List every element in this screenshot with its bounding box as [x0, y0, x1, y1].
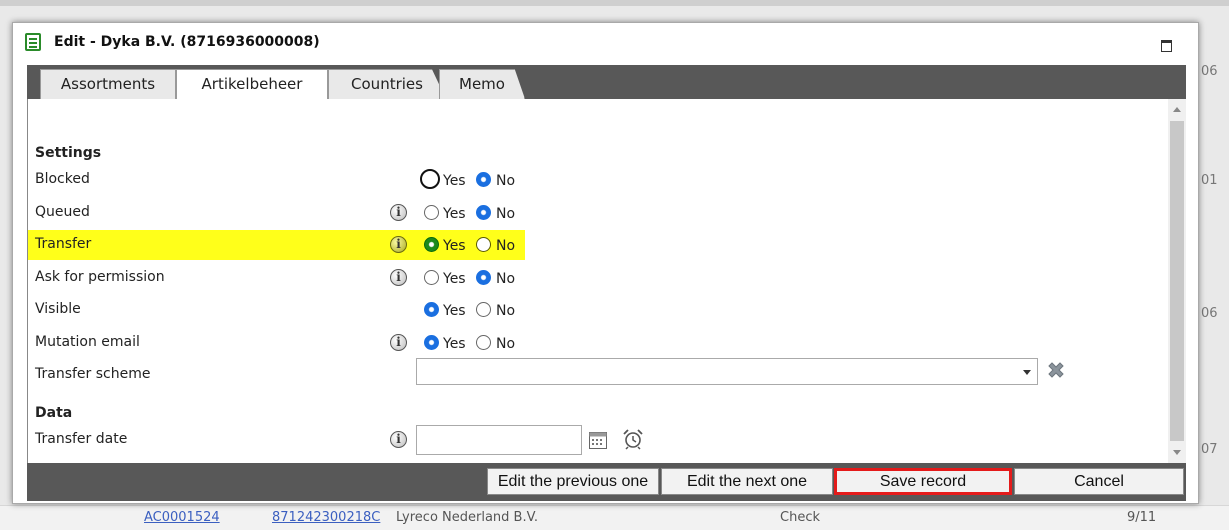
dialog-titlebar[interactable]: Edit - Dyka B.V. (8716936000008) — [13, 23, 1198, 65]
transfer-yes-radio[interactable] — [424, 237, 439, 252]
section-settings: Settings — [35, 145, 102, 161]
scrollbar-thumb[interactable] — [1170, 121, 1184, 441]
queued-yes-label: Yes — [443, 206, 466, 222]
ask-permission-yes-radio[interactable] — [424, 270, 439, 285]
tab-memo[interactable]: Memo — [439, 69, 525, 99]
mutation-email-no-radio[interactable] — [476, 335, 491, 350]
bg-cell: 06 — [1201, 306, 1218, 321]
mutation-email-no-label: No — [496, 336, 516, 352]
row-transfer: Transfer i Yes No — [28, 230, 525, 260]
blocked-label: Blocked — [35, 171, 90, 187]
row-visible: Visible Yes No — [28, 295, 525, 325]
save-record-button[interactable]: Save record — [834, 468, 1012, 495]
queued-yes-radio[interactable] — [424, 205, 439, 220]
bg-cell: 07 — [1201, 442, 1218, 457]
scroll-down-icon[interactable] — [1173, 450, 1181, 455]
visible-no-label: No — [496, 303, 516, 319]
bg-ean-link[interactable]: 871242300218C — [272, 510, 380, 525]
ask-permission-no-radio[interactable] — [476, 270, 491, 285]
queued-label: Queued — [35, 204, 90, 220]
blocked-no-radio[interactable] — [476, 172, 491, 187]
tab-assortments[interactable]: Assortments — [40, 69, 176, 99]
info-icon[interactable]: i — [390, 204, 407, 221]
row-queued: Queued i Yes No — [28, 198, 525, 228]
ask-permission-yes-label: Yes — [443, 271, 466, 287]
edit-next-button[interactable]: Edit the next one — [661, 468, 833, 495]
transfer-scheme-label: Transfer scheme — [35, 366, 151, 382]
blocked-yes-label: Yes — [443, 173, 466, 189]
clear-icon[interactable] — [1045, 359, 1067, 381]
ask-permission-no-label: No — [496, 271, 516, 287]
tab-artikelbeheer[interactable]: Artikelbeheer — [176, 69, 328, 100]
background-row: AC0001524 871242300218C Lyreco Nederland… — [0, 505, 1229, 530]
blocked-no-label: No — [496, 173, 516, 189]
edit-previous-button[interactable]: Edit the previous one — [487, 468, 659, 495]
ask-permission-label: Ask for permission — [35, 269, 165, 285]
bg-page: 9/11 — [1127, 510, 1157, 525]
visible-no-radio[interactable] — [476, 302, 491, 317]
form-icon — [25, 33, 41, 51]
background-header — [0, 0, 1229, 6]
info-icon[interactable]: i — [390, 236, 407, 253]
visible-yes-label: Yes — [443, 303, 466, 319]
queued-no-radio[interactable] — [476, 205, 491, 220]
info-icon[interactable]: i — [390, 269, 407, 286]
transfer-scheme-select[interactable] — [416, 358, 1038, 385]
dialog-footer: Edit the previous one Edit the next one … — [27, 463, 1186, 501]
transfer-no-label: No — [496, 238, 516, 254]
bg-company: Lyreco Nederland B.V. — [396, 510, 538, 525]
transfer-date-input[interactable] — [416, 425, 582, 455]
visible-yes-radio[interactable] — [424, 302, 439, 317]
visible-label: Visible — [35, 301, 81, 317]
alarm-clock-icon[interactable] — [622, 428, 644, 450]
bg-code-link[interactable]: AC0001524 — [144, 510, 220, 525]
scroll-up-icon[interactable] — [1173, 107, 1181, 112]
mutation-email-yes-label: Yes — [443, 336, 466, 352]
blocked-yes-radio[interactable] — [420, 169, 440, 189]
section-data: Data — [35, 405, 73, 421]
info-icon[interactable]: i — [390, 431, 407, 448]
vertical-scrollbar[interactable] — [1168, 99, 1186, 463]
info-icon[interactable]: i — [390, 334, 407, 351]
edit-dialog: Edit - Dyka B.V. (8716936000008) Assortm… — [12, 22, 1199, 504]
tab-countries[interactable]: Countries — [328, 69, 446, 99]
row-blocked: Blocked Yes No — [28, 165, 525, 195]
bg-cell: 06 — [1201, 64, 1218, 79]
mutation-email-label: Mutation email — [35, 334, 140, 350]
transfer-label: Transfer — [35, 236, 92, 252]
form-content: Settings Blocked Yes No Queued i Yes No … — [27, 99, 1186, 463]
row-mutation-email: Mutation email i Yes No — [28, 328, 525, 358]
row-ask-permission: Ask for permission i Yes No — [28, 263, 525, 293]
queued-no-label: No — [496, 206, 516, 222]
transfer-date-label: Transfer date — [35, 431, 128, 447]
bg-cell: 01 — [1201, 173, 1218, 188]
dialog-title: Edit - Dyka B.V. (8716936000008) — [54, 34, 320, 50]
mutation-email-yes-radio[interactable] — [424, 335, 439, 350]
dropdown-arrow-icon[interactable] — [1023, 370, 1031, 375]
calendar-icon[interactable] — [589, 432, 607, 449]
transfer-no-radio[interactable] — [476, 237, 491, 252]
cancel-button[interactable]: Cancel — [1014, 468, 1184, 495]
bg-status: Check — [780, 510, 820, 525]
maximize-icon[interactable] — [1161, 40, 1172, 52]
tab-bar: Assortments Artikelbeheer Countries Memo — [27, 65, 1186, 100]
transfer-yes-label: Yes — [443, 238, 466, 254]
